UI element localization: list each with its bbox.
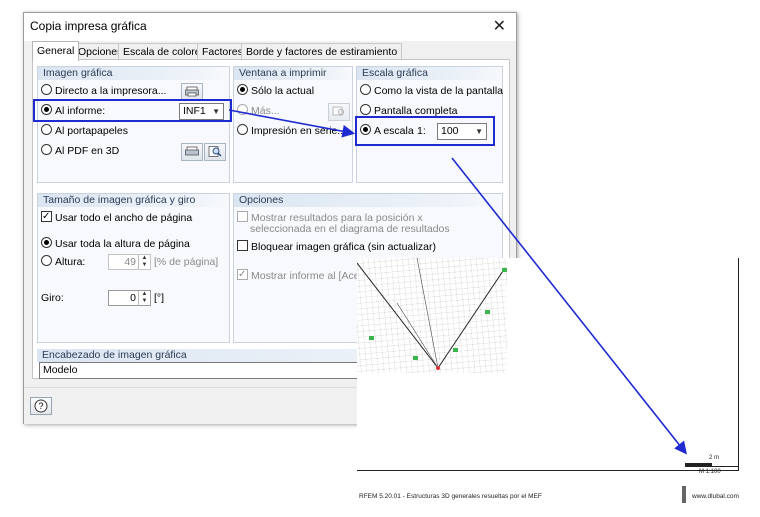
tab-general[interactable]: General xyxy=(32,41,80,61)
arrow-informe-to-escala xyxy=(228,109,356,138)
annotation-arrows xyxy=(228,109,687,455)
arrow-escala-to-scalebar xyxy=(451,157,687,455)
